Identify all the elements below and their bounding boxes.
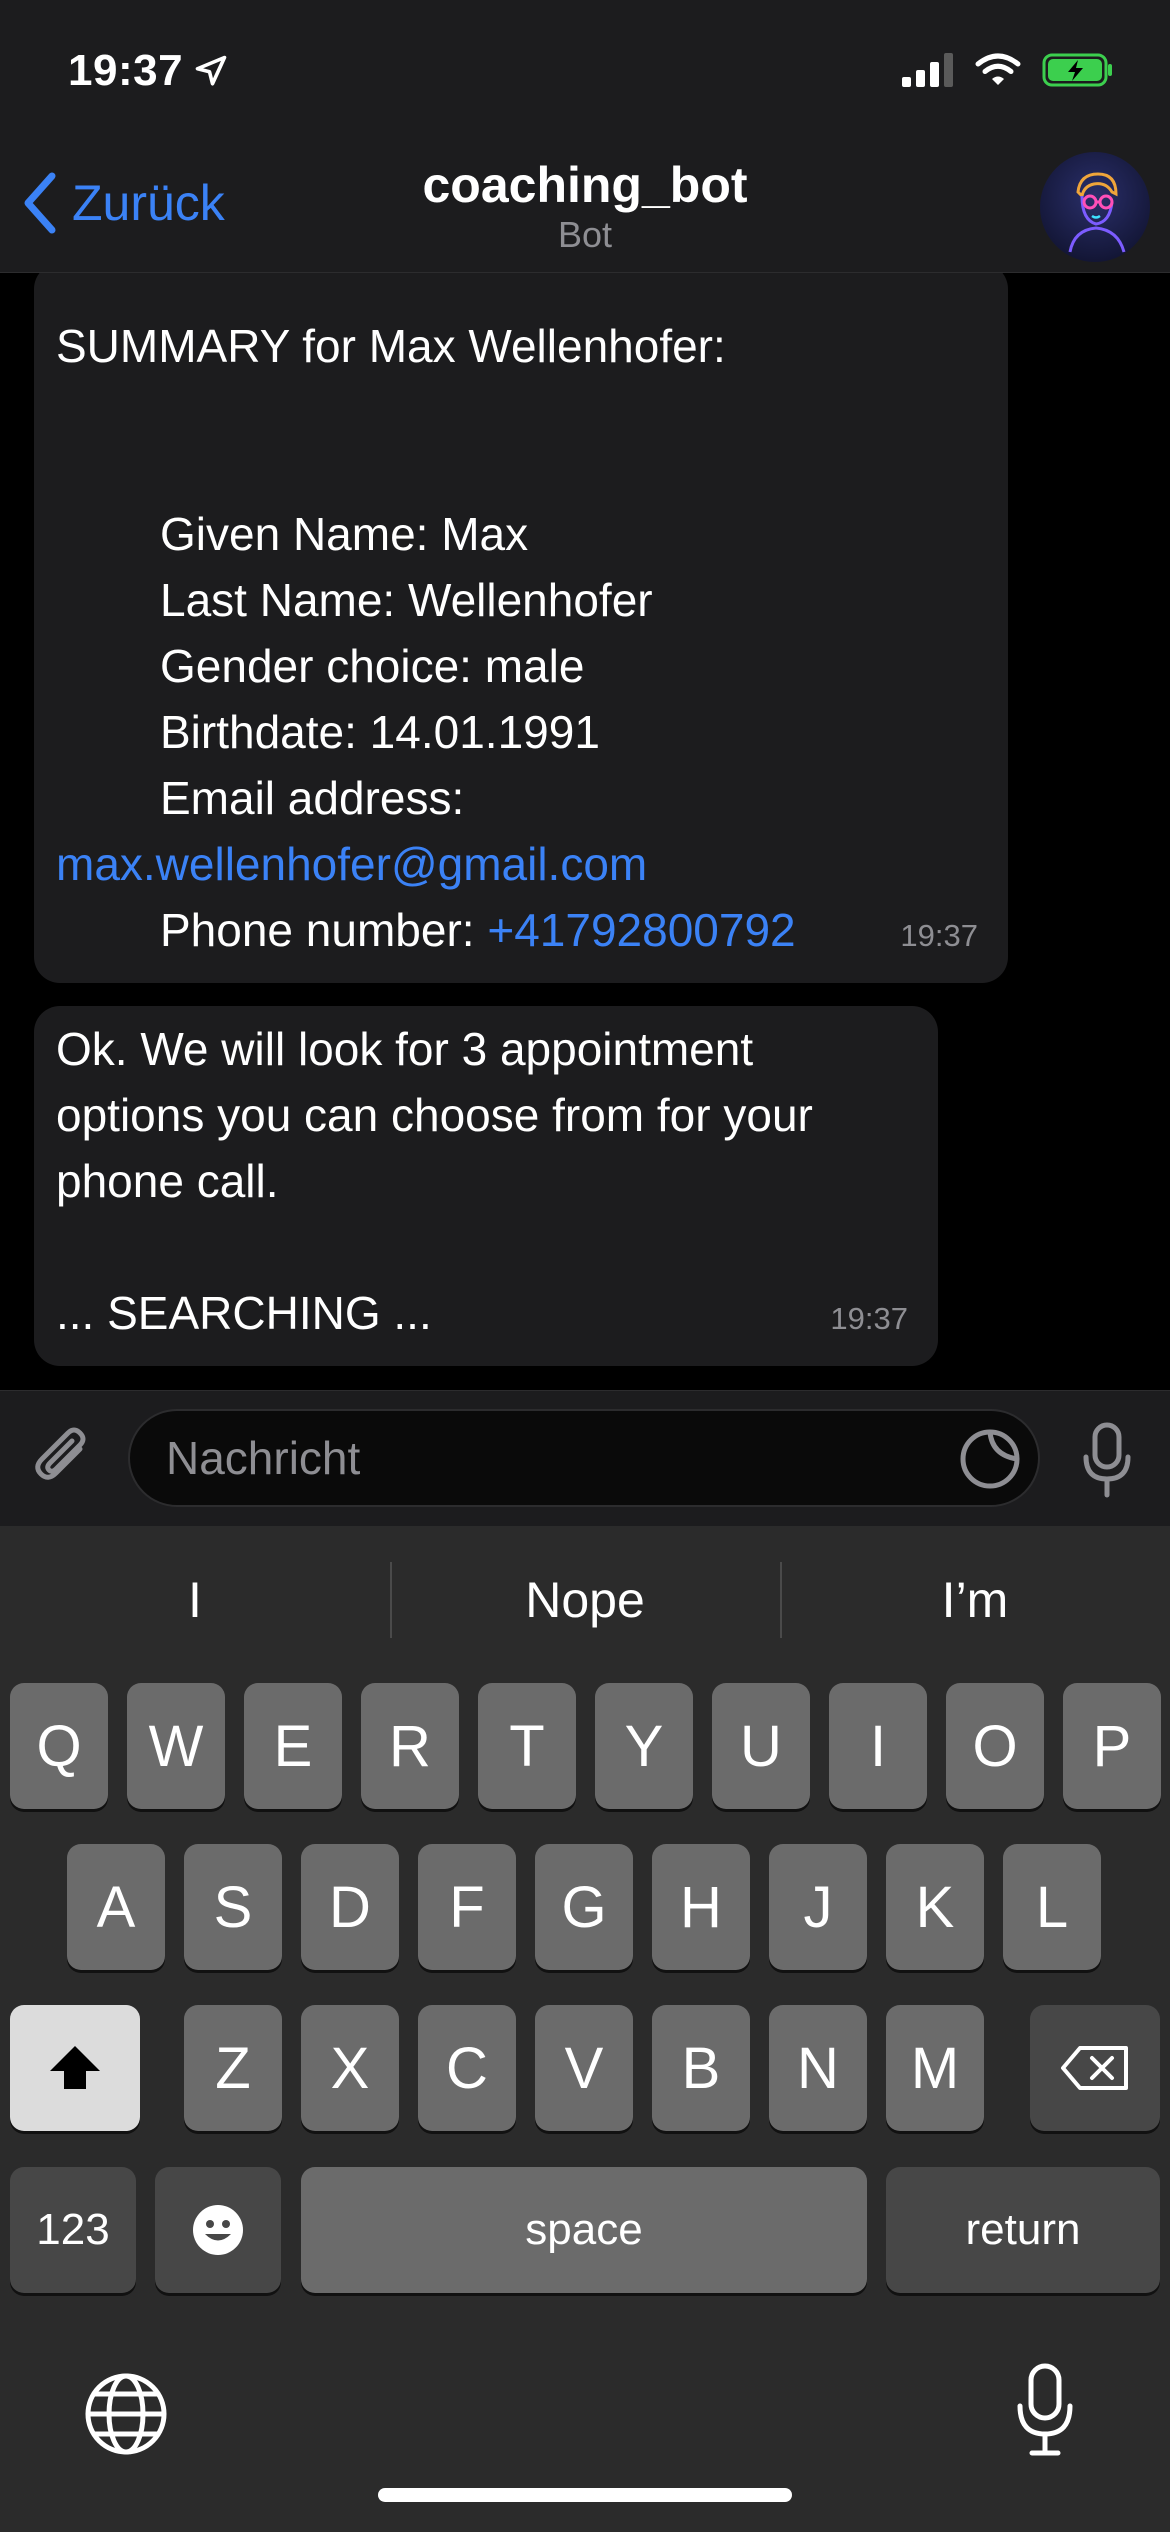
emoji-icon (193, 2205, 243, 2255)
key-w[interactable]: W (127, 1683, 225, 1809)
signal-icon (902, 53, 953, 87)
home-indicator[interactable] (378, 2488, 792, 2502)
key-g[interactable]: G (535, 1844, 633, 1970)
key-v[interactable]: V (535, 2005, 633, 2131)
globe-icon[interactable] (84, 2372, 168, 2456)
shift-key[interactable] (10, 2005, 140, 2131)
key-b[interactable]: B (652, 2005, 750, 2131)
key-r[interactable]: R (361, 1683, 459, 1809)
battery-charging-icon (1042, 53, 1112, 87)
key-t[interactable]: T (478, 1683, 576, 1809)
phone-label: Phone number: (160, 904, 488, 956)
message-line: Gender choice: male (160, 640, 585, 692)
emoji-key[interactable] (155, 2167, 281, 2293)
key-x[interactable]: X (301, 2005, 399, 2131)
key-k[interactable]: K (886, 1844, 984, 1970)
message-composer (0, 1390, 1170, 1526)
message-input[interactable] (128, 1409, 1040, 1507)
sticker-icon[interactable] (956, 1425, 1024, 1493)
key-c[interactable]: C (418, 2005, 516, 2131)
key-d[interactable]: D (301, 1844, 399, 1970)
phone-link[interactable]: +41792800792 (487, 904, 795, 956)
key-j[interactable]: J (769, 1844, 867, 1970)
key-m[interactable]: M (886, 2005, 984, 2131)
key-n[interactable]: N (769, 2005, 867, 2131)
return-key[interactable]: return (886, 2167, 1160, 2293)
key-y[interactable]: Y (595, 1683, 693, 1809)
key-l[interactable]: L (1003, 1844, 1101, 1970)
key-i[interactable]: I (829, 1683, 927, 1809)
status-icons (902, 52, 1114, 88)
microphone-icon[interactable] (1082, 1421, 1132, 1499)
message-line: Given Name: Max (160, 508, 529, 560)
message-time: 19:37 (900, 918, 978, 953)
message-line: Ok. We will look for 3 appointment (56, 1023, 754, 1075)
key-e[interactable]: E (244, 1683, 342, 1809)
message-bubble[interactable]: SUMMARY for Max Wellenhofer: Given Name:… (34, 273, 1008, 983)
message-line: phone call. (56, 1155, 279, 1207)
suggestion-bar: I Nope I’m (0, 1526, 1170, 1674)
paperclip-icon[interactable] (28, 1423, 100, 1495)
email-link[interactable]: max.wellenhofer@gmail.com (56, 831, 986, 897)
suggestion-item[interactable]: I (0, 1526, 390, 1674)
top-bar: 19:37 Zurück coaching_bot Bot (0, 0, 1170, 273)
location-arrow-icon (195, 55, 227, 86)
key-q[interactable]: Q (10, 1683, 108, 1809)
message-line: Last Name: Wellenhofer (160, 574, 653, 626)
chat-area[interactable]: SUMMARY for Max Wellenhofer: Given Name:… (0, 273, 1170, 1390)
chat-title[interactable]: coaching_bot (0, 156, 1170, 214)
backspace-key[interactable] (1030, 2005, 1160, 2131)
key-o[interactable]: O (946, 1683, 1044, 1809)
message-line: Phone number: +41792800792 (56, 897, 986, 963)
key-s[interactable]: S (184, 1844, 282, 1970)
dictation-microphone-icon[interactable] (1016, 2362, 1074, 2458)
suggestion-item[interactable]: I’m (780, 1526, 1170, 1674)
message-line: ... SEARCHING ... (56, 1287, 432, 1339)
key-f[interactable]: F (418, 1844, 516, 1970)
message-time: 19:37 (830, 1301, 908, 1336)
key-z[interactable]: Z (184, 2005, 282, 2131)
message-line: SUMMARY for Max Wellenhofer: (56, 320, 726, 372)
message-bubble[interactable]: Ok. We will look for 3 appointment optio… (34, 1006, 938, 1366)
key-h[interactable]: H (652, 1844, 750, 1970)
key-a[interactable]: A (67, 1844, 165, 1970)
avatar-icon (1068, 172, 1126, 253)
suggestion-item[interactable]: Nope (390, 1526, 780, 1674)
wifi-icon (975, 53, 1021, 85)
message-line: Birthdate: 14.01.1991 (160, 706, 600, 758)
shift-icon (50, 2046, 100, 2089)
backspace-icon (1061, 2046, 1128, 2090)
space-key[interactable]: space (301, 2167, 867, 2293)
chat-subtitle: Bot (557, 214, 613, 255)
status-time-text: 19:37 (68, 46, 184, 95)
numbers-key[interactable]: 123 (10, 2167, 136, 2293)
key-u[interactable]: U (712, 1683, 810, 1809)
message-line: options you can choose from for your (56, 1089, 813, 1141)
status-time: 19:37 (68, 46, 229, 96)
key-p[interactable]: P (1063, 1683, 1161, 1809)
avatar[interactable] (1040, 152, 1150, 262)
keyboard: I Nope I’m Q W E R T Y U I O P A S D F G… (0, 1526, 1170, 2532)
message-line: Email address: (160, 772, 465, 824)
